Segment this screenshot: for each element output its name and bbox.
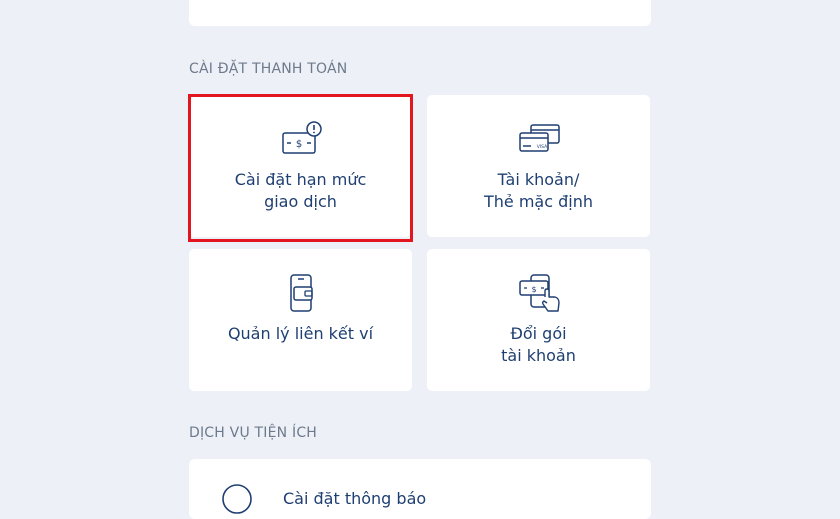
- tile-label: Quản lý liên kết ví: [227, 324, 374, 343]
- section-title-payment: CÀI ĐẶT THANH TOÁN: [189, 61, 348, 77]
- transaction-limit-tile[interactable]: $ Cài đặt hạn mức giao dịch: [189, 95, 412, 237]
- change-package-tile[interactable]: $ Đổi gói tài khoản: [427, 249, 650, 391]
- bell-icon: [219, 481, 255, 517]
- top-card: [189, 0, 651, 26]
- notification-settings-card[interactable]: Cài đặt thông báo: [189, 459, 651, 519]
- phone-wallet-icon: [277, 273, 325, 313]
- default-account-card-tile[interactable]: VISA Tài khoản/ Thẻ mặc định: [427, 95, 650, 237]
- money-swap-icon: $: [515, 273, 563, 313]
- wallet-link-tile[interactable]: Quản lý liên kết ví: [189, 249, 412, 391]
- tile-label: Đổi gói tài khoản: [501, 324, 576, 365]
- tile-label: Tài khoản/ Thẻ mặc định: [484, 170, 593, 211]
- card-limit-icon: $: [277, 119, 325, 159]
- cards-icon: VISA: [515, 119, 563, 159]
- svg-text:$: $: [531, 285, 536, 294]
- svg-text:VISA: VISA: [536, 144, 547, 150]
- svg-text:$: $: [295, 139, 301, 150]
- tile-label: Cài đặt hạn mức giao dịch: [234, 170, 367, 211]
- section-title-services: DỊCH VỤ TIỆN ÍCH: [189, 425, 318, 441]
- notification-settings-label: Cài đặt thông báo: [283, 489, 427, 508]
